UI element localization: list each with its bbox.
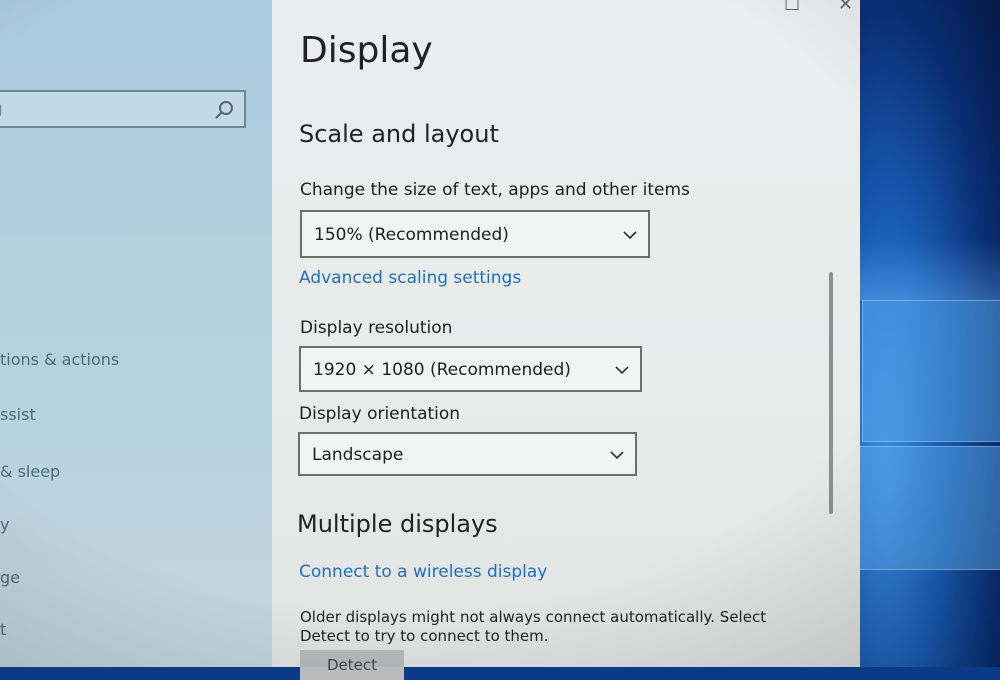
detect-description: Older displays might not always connect …: [300, 608, 767, 645]
wallpaper-glow: [860, 240, 1000, 300]
sidebar-item-storage[interactable]: ge: [0, 568, 20, 587]
search-icon[interactable]: [214, 99, 236, 121]
sidebar-item-power-sleep[interactable]: & sleep: [0, 462, 60, 481]
advanced-scaling-link[interactable]: Advanced scaling settings: [299, 268, 521, 288]
wallpaper-window-pane: [848, 446, 1000, 570]
wallpaper-window-pane: [862, 300, 1000, 442]
sidebar-item-battery[interactable]: y: [0, 515, 9, 534]
orientation-dropdown-value: Landscape: [312, 445, 404, 465]
orientation-dropdown[interactable]: Landscape: [298, 432, 637, 476]
search-placeholder: g: [0, 99, 3, 119]
sidebar-item-tablet[interactable]: t: [0, 620, 6, 639]
settings-sidebar: g tions & actions ssist & sleep y ge t: [0, 0, 272, 667]
settings-main-panel: ☐ ✕ Display Scale and layout Change the …: [272, 0, 860, 680]
maximize-icon[interactable]: ☐: [784, 0, 800, 15]
close-icon[interactable]: ✕: [838, 0, 853, 15]
wireless-display-link[interactable]: Connect to a wireless display: [299, 562, 547, 582]
scale-dropdown-value: 150% (Recommended): [314, 225, 509, 245]
scrollbar[interactable]: [829, 272, 833, 514]
page-title: Display: [300, 30, 433, 71]
chevron-down-icon: [623, 231, 637, 240]
scale-dropdown[interactable]: 150% (Recommended): [300, 210, 650, 258]
sidebar-item-notifications-actions[interactable]: tions & actions: [0, 350, 119, 369]
section-heading-multiple-displays: Multiple displays: [297, 510, 498, 538]
search-input[interactable]: g: [0, 90, 246, 128]
orientation-label: Display orientation: [299, 404, 461, 424]
size-label: Change the size of text, apps and other …: [300, 180, 690, 200]
resolution-dropdown[interactable]: 1920 × 1080 (Recommended): [299, 346, 642, 392]
detect-button[interactable]: Detect: [300, 650, 404, 680]
resolution-label: Display resolution: [300, 318, 453, 338]
section-heading-scale-layout: Scale and layout: [299, 120, 499, 148]
sidebar-item-focus-assist[interactable]: ssist: [0, 405, 36, 424]
chevron-down-icon: [610, 451, 624, 460]
resolution-dropdown-value: 1920 × 1080 (Recommended): [313, 360, 571, 380]
chevron-down-icon: [615, 366, 629, 375]
